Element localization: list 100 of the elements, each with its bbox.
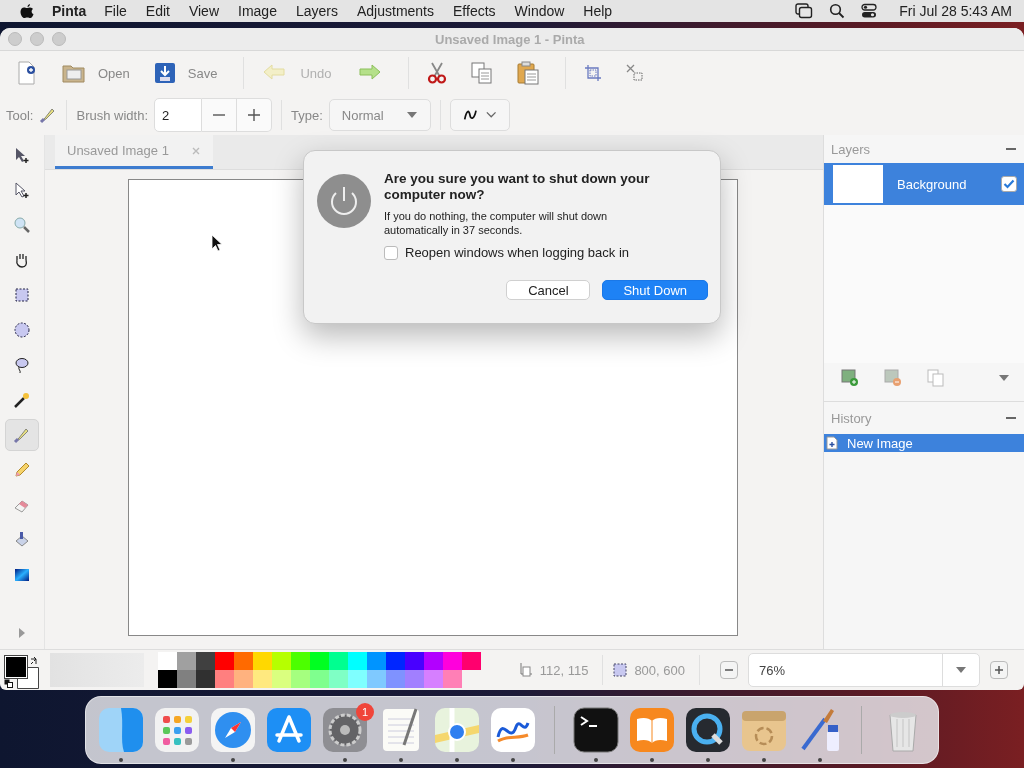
reopen-checkbox[interactable] bbox=[384, 245, 398, 260]
palette-swatch[interactable] bbox=[329, 670, 348, 688]
palette-swatch[interactable] bbox=[291, 670, 310, 688]
dialog-button[interactable]: Cancel bbox=[506, 280, 591, 300]
menu-item[interactable]: Effects bbox=[453, 3, 496, 19]
swap-colors-icon[interactable] bbox=[30, 656, 39, 665]
palette-swatch[interactable] bbox=[234, 652, 253, 670]
palette-swatch[interactable] bbox=[196, 670, 215, 688]
palette-swatch[interactable] bbox=[272, 652, 291, 670]
checkmark-icon bbox=[1003, 179, 1015, 189]
reset-colors-icon[interactable] bbox=[4, 679, 13, 688]
decrease-button[interactable] bbox=[202, 98, 237, 132]
lens-icon[interactable] bbox=[683, 705, 733, 755]
history-item[interactable]: New Image bbox=[824, 434, 1024, 452]
brush-width-field[interactable]: 2 bbox=[154, 98, 202, 132]
palette-swatch[interactable] bbox=[348, 670, 367, 688]
expand-arrow-icon[interactable] bbox=[17, 627, 27, 639]
menu-item[interactable]: File bbox=[104, 3, 127, 19]
menu-item[interactable]: View bbox=[188, 3, 219, 19]
palette-swatch[interactable] bbox=[253, 670, 272, 688]
control-center-icon[interactable] bbox=[861, 3, 878, 19]
clipboard-icon bbox=[516, 61, 539, 85]
palette-swatch[interactable] bbox=[424, 652, 443, 670]
minimize-icon[interactable] bbox=[1006, 416, 1016, 420]
power-icon bbox=[316, 173, 372, 229]
palette-swatch[interactable] bbox=[215, 670, 234, 688]
zoom-in-button[interactable] bbox=[990, 661, 1008, 679]
palette-swatch[interactable] bbox=[367, 670, 386, 688]
palette-swatch[interactable] bbox=[177, 652, 196, 670]
antialiasing-dropdown[interactable] bbox=[449, 99, 510, 131]
magic-wand-icon bbox=[13, 391, 31, 409]
menu-item[interactable]: Image bbox=[238, 3, 277, 19]
palette-swatch[interactable] bbox=[462, 652, 481, 670]
palette-swatch[interactable] bbox=[253, 652, 272, 670]
menu-item[interactable]: Layers bbox=[295, 3, 338, 19]
menu-item[interactable]: Edit bbox=[145, 3, 170, 19]
close-window-button[interactable] bbox=[8, 32, 22, 46]
tool-label: Tool: bbox=[6, 107, 34, 123]
palette-swatch[interactable] bbox=[367, 652, 386, 670]
zoom-field[interactable]: 76% bbox=[748, 653, 980, 687]
move-selection-icon bbox=[13, 146, 31, 164]
apple-icon[interactable] bbox=[20, 3, 34, 19]
palette-swatch[interactable] bbox=[158, 652, 177, 670]
palette-swatch[interactable] bbox=[443, 652, 462, 670]
gear-icon[interactable] bbox=[320, 705, 370, 755]
add-layer-icon[interactable] bbox=[841, 369, 859, 387]
windows-icon[interactable] bbox=[795, 3, 814, 19]
dialog-button[interactable]: Shut Down bbox=[602, 280, 708, 300]
layer-name: Background bbox=[897, 176, 968, 192]
dialog-title: Are you sure you want to shut down your computer now? bbox=[384, 171, 651, 203]
palette-swatch[interactable] bbox=[348, 652, 367, 670]
menu-bar-clock[interactable]: Fri Jul 28 5:43 AM bbox=[899, 3, 1012, 19]
app-grid-icon[interactable] bbox=[152, 705, 202, 755]
pencil-icon bbox=[13, 461, 31, 479]
palette-swatch[interactable] bbox=[291, 652, 310, 670]
palette-swatch[interactable] bbox=[310, 652, 329, 670]
split-square-icon[interactable] bbox=[96, 705, 146, 755]
palette-swatch[interactable] bbox=[386, 652, 405, 670]
scribble-icon[interactable] bbox=[488, 705, 538, 755]
map-icon[interactable] bbox=[432, 705, 482, 755]
palette-swatch[interactable] bbox=[386, 670, 405, 688]
palette-swatch[interactable] bbox=[405, 670, 424, 688]
compass-icon[interactable] bbox=[208, 705, 258, 755]
minimize-window-button[interactable] bbox=[30, 32, 44, 46]
dropdown-arrow-icon[interactable] bbox=[955, 666, 967, 674]
palette-swatch[interactable] bbox=[158, 670, 177, 688]
duplicate-layer-icon[interactable] bbox=[927, 369, 945, 387]
dropdown-arrow-icon bbox=[405, 111, 418, 119]
dropdown-arrow-icon[interactable] bbox=[998, 374, 1010, 382]
palette-swatch[interactable] bbox=[405, 652, 424, 670]
palette-swatch[interactable] bbox=[272, 670, 291, 688]
palette-swatch[interactable] bbox=[310, 670, 329, 688]
folder-icon bbox=[62, 62, 86, 84]
search-icon[interactable] bbox=[829, 3, 846, 19]
plus-icon bbox=[994, 665, 1004, 675]
minimize-icon[interactable] bbox=[1006, 147, 1016, 151]
secondary-color-swatch[interactable] bbox=[17, 667, 39, 689]
palette-swatch[interactable] bbox=[215, 652, 234, 670]
app-store-icon[interactable] bbox=[264, 705, 314, 755]
terminal-icon[interactable] bbox=[571, 705, 621, 755]
menu-item[interactable]: Adjustments bbox=[356, 3, 434, 19]
menu-item[interactable]: Help bbox=[583, 3, 613, 19]
book-icon[interactable] bbox=[627, 705, 677, 755]
visibility-checkbox[interactable] bbox=[1001, 176, 1017, 192]
layer-row[interactable]: Background bbox=[824, 163, 1024, 205]
palette-swatch[interactable] bbox=[443, 670, 462, 688]
increase-button[interactable] bbox=[237, 98, 272, 132]
palette-swatch[interactable] bbox=[424, 670, 443, 688]
palette-swatch[interactable] bbox=[329, 652, 348, 670]
primary-color-swatch[interactable] bbox=[5, 656, 27, 678]
app-menu[interactable]: Pinta bbox=[52, 3, 87, 19]
zoom-window-button[interactable] bbox=[52, 32, 66, 46]
palette-swatch[interactable] bbox=[196, 652, 215, 670]
delete-layer-icon[interactable] bbox=[884, 369, 902, 387]
palette-swatch[interactable] bbox=[234, 670, 253, 688]
zoom-out-button[interactable] bbox=[720, 661, 738, 679]
menu-item[interactable]: Window bbox=[514, 3, 565, 19]
selection-size-icon bbox=[613, 663, 628, 677]
palette-swatch[interactable] bbox=[177, 670, 196, 688]
close-icon[interactable] bbox=[190, 145, 201, 156]
